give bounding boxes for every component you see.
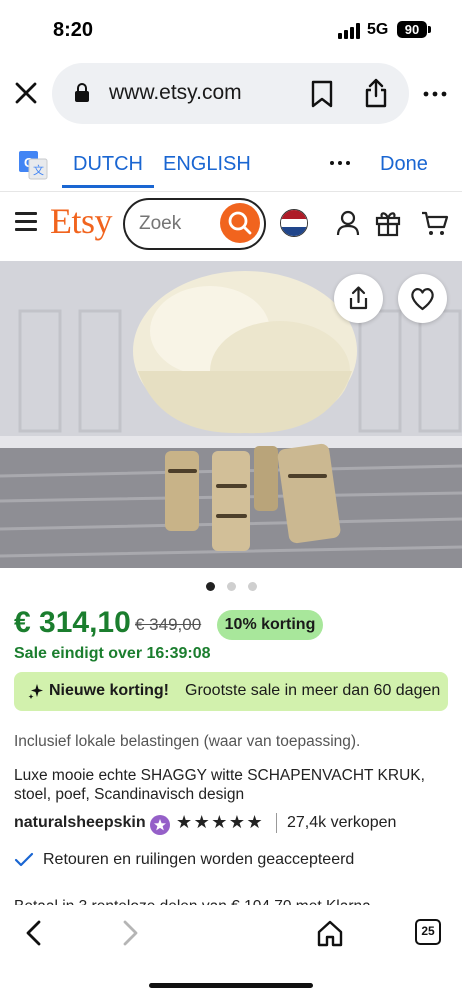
carousel-dot-active[interactable]	[206, 582, 215, 591]
sale-price: € 314,10	[14, 606, 131, 639]
translate-bar: G文 DUTCH ENGLISH Done	[0, 136, 462, 192]
search-input[interactable]	[139, 213, 219, 235]
search-icon	[228, 211, 252, 235]
done-button[interactable]: Done	[380, 136, 428, 192]
home-indicator	[149, 983, 313, 988]
cart-icon[interactable]	[421, 209, 449, 237]
returns-policy: Retouren en ruilingen worden geaccepteer…	[43, 851, 355, 868]
status-time: 8:20	[53, 19, 94, 41]
lock-icon	[74, 83, 90, 103]
home-icon[interactable]	[316, 919, 344, 947]
share-icon[interactable]	[363, 78, 389, 108]
discount-badge: 10% korting	[217, 610, 323, 640]
favorite-button[interactable]	[398, 274, 447, 323]
new-discount-banner: Nieuwe korting! Grootste sale in meer da…	[14, 672, 448, 711]
battery-icon: 90	[397, 21, 427, 38]
close-icon[interactable]	[13, 80, 39, 106]
sales-count: 27,4k verkopen	[287, 814, 397, 831]
original-price: € 349,00	[135, 615, 202, 634]
sheepskin-stool-photo	[0, 261, 462, 568]
star-seller-badge-icon	[150, 815, 170, 835]
tab-english[interactable]: ENGLISH	[163, 136, 251, 192]
search-button[interactable]	[220, 203, 260, 243]
search-box[interactable]	[123, 198, 266, 250]
product-image[interactable]	[0, 261, 462, 568]
seller-name[interactable]: naturalsheepskin	[14, 814, 146, 832]
etsy-logo[interactable]: Etsy	[50, 200, 113, 242]
tabs-button[interactable]: 25	[415, 919, 441, 945]
tab-dutch[interactable]: DUTCH	[62, 136, 154, 188]
forward-arrow-icon[interactable]	[118, 919, 142, 947]
url-bar[interactable]: www.etsy.com	[52, 63, 409, 124]
carousel-dots[interactable]	[206, 582, 258, 592]
translate-more-icon[interactable]	[329, 152, 351, 174]
signal-icon	[338, 23, 362, 39]
google-translate-icon: G文	[18, 150, 48, 180]
banner-text: Grootste sale in meer dan 60 dagen	[185, 682, 441, 699]
sparkle-icon	[28, 683, 44, 699]
carousel-dot[interactable]	[227, 582, 236, 591]
rating-stars[interactable]: ★★★★★	[176, 812, 264, 833]
more-options-icon[interactable]	[423, 82, 447, 106]
network-type: 5G	[367, 21, 389, 38]
share-product-button[interactable]	[334, 274, 383, 323]
sale-countdown: Sale eindigt over 16:39:08	[14, 645, 211, 662]
bookmark-icon[interactable]	[310, 80, 334, 108]
share-icon	[349, 286, 368, 310]
browser-bottom-nav: 25	[0, 905, 462, 999]
url-text: www.etsy.com	[109, 81, 242, 104]
divider	[276, 813, 277, 833]
gift-icon[interactable]	[375, 209, 401, 237]
banner-headline: Nieuwe korting!	[49, 682, 170, 699]
check-icon	[14, 852, 34, 868]
netherlands-flag-icon[interactable]	[280, 209, 308, 237]
product-title: Luxe mooie echte SHAGGY witte SCHAPENVAC…	[14, 767, 425, 803]
user-icon[interactable]	[336, 210, 360, 236]
back-arrow-icon[interactable]	[22, 919, 46, 947]
heart-icon	[411, 288, 434, 311]
battery-tip	[428, 26, 431, 33]
menu-icon[interactable]	[15, 212, 37, 232]
tax-note: Inclusief lokale belastingen (waar van t…	[14, 733, 361, 750]
svg-text:文: 文	[33, 163, 44, 177]
status-bar: 8:20 5G 90	[0, 0, 462, 60]
carousel-dot[interactable]	[248, 582, 257, 591]
